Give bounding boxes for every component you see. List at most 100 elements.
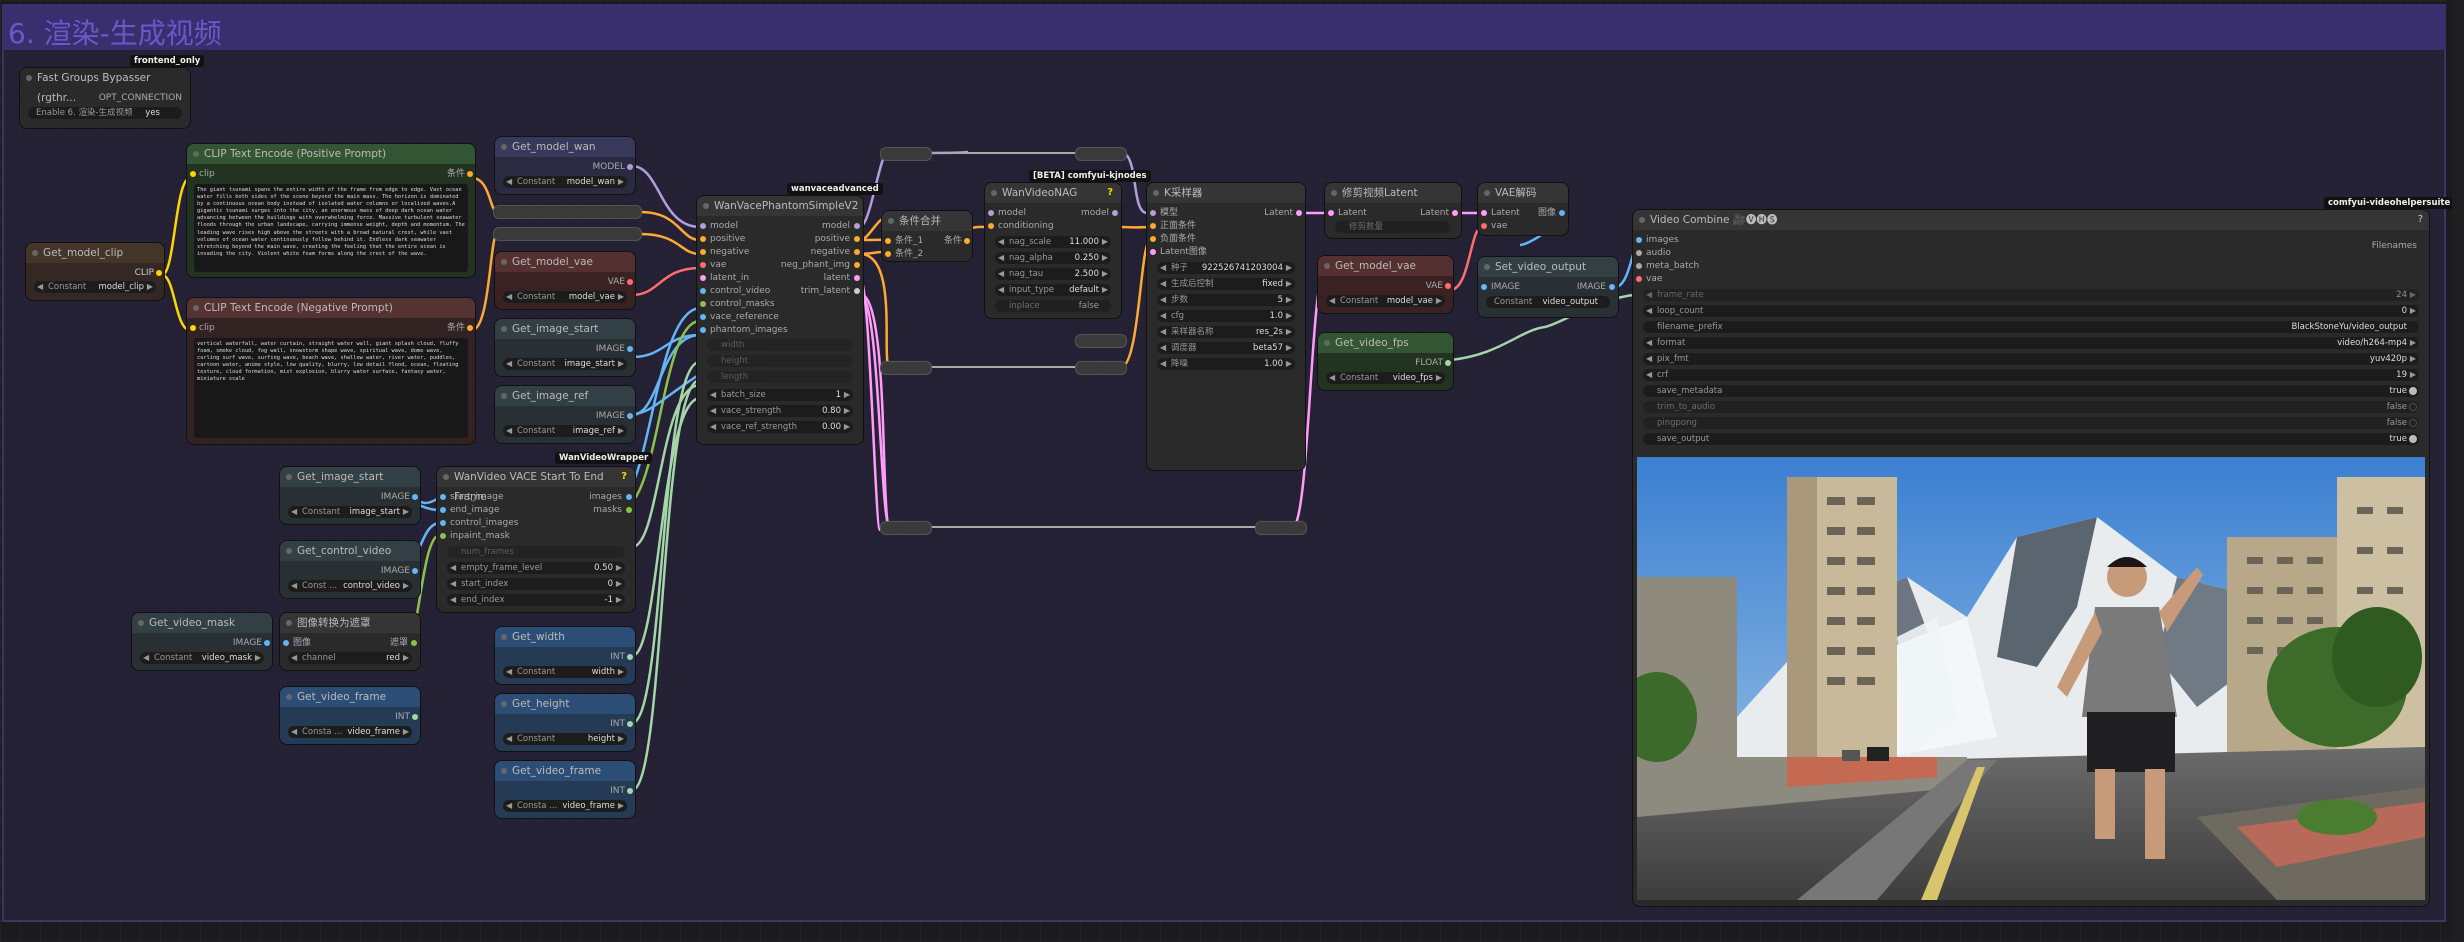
input-vae[interactable]: vae xyxy=(1491,220,1507,232)
input-cond-2[interactable]: 条件_2 xyxy=(895,248,923,260)
node-fast-groups-bypasser[interactable]: Fast Groups Bypasser (rgthr... OPT_CONNE… xyxy=(20,68,190,128)
output-dot[interactable] xyxy=(627,413,633,419)
output-vae[interactable]: VAE xyxy=(1426,280,1443,292)
node-wan-video-nag[interactable]: WanVideoNAG ? model conditioning model ◀… xyxy=(985,183,1121,318)
input-dot[interactable] xyxy=(1150,223,1156,229)
output-dot[interactable] xyxy=(854,288,860,294)
input-latent[interactable]: Latent xyxy=(1491,207,1520,219)
output-dot[interactable] xyxy=(467,325,473,331)
input-model[interactable]: model xyxy=(998,207,1026,219)
input-audio[interactable]: audio xyxy=(1646,247,1671,259)
widget-pingpong[interactable]: pingpong false xyxy=(1643,417,2419,429)
input-conditioning[interactable]: conditioning xyxy=(998,220,1054,232)
input-dot[interactable] xyxy=(1636,237,1642,243)
output-dot[interactable] xyxy=(467,171,473,177)
output-model[interactable]: model xyxy=(1081,207,1109,219)
input-dot[interactable] xyxy=(1150,210,1156,216)
output-dot[interactable] xyxy=(1445,360,1451,366)
canvas-scrollbar[interactable] xyxy=(2452,0,2464,942)
input-dot[interactable] xyxy=(1636,276,1642,282)
output-conditioning[interactable]: 条件 xyxy=(447,322,465,334)
output-image[interactable]: IMAGE xyxy=(233,637,262,649)
widget-constant[interactable]: ◀ Constant image_ref ▶ xyxy=(503,425,627,437)
input-negative[interactable]: 负面条件 xyxy=(1160,233,1196,245)
widget-format[interactable]: ◀ format video/h264-mp4 ▶ xyxy=(1643,337,2419,349)
output-int[interactable]: INT xyxy=(610,651,625,663)
widget-inplace[interactable]: inplace false xyxy=(995,300,1111,312)
input-dot[interactable] xyxy=(283,640,289,646)
output-latent[interactable]: Latent xyxy=(1420,207,1449,219)
input-dot[interactable] xyxy=(190,325,196,331)
output-dot[interactable] xyxy=(627,654,633,660)
output-dot[interactable] xyxy=(412,494,418,500)
output-dot[interactable] xyxy=(626,494,632,500)
widget-constant[interactable]: ◀ Constant model_vae ▶ xyxy=(503,291,627,303)
widget-vace-strength[interactable]: ◀ vace_strength 0.80 ▶ xyxy=(707,405,853,417)
output-image[interactable]: 图像 xyxy=(1538,207,1556,219)
prompt-text-positive[interactable]: The giant tsunami spans the entire width… xyxy=(194,184,468,272)
input-end-image[interactable]: end_image xyxy=(450,504,500,516)
input-dot[interactable] xyxy=(190,171,196,177)
output-model[interactable]: MODEL xyxy=(593,161,625,173)
node-get-model-vae[interactable]: Get_model_vae VAE ◀ Constant model_vae ▶ xyxy=(495,252,635,309)
input-vace-reference[interactable]: vace_reference xyxy=(710,311,779,323)
node-vae-decode[interactable]: VAE解码 Latent vae 图像 xyxy=(1478,183,1568,235)
output-image[interactable]: IMAGE xyxy=(1577,281,1606,293)
widget-constant[interactable]: ◀ Constant model_vae ▶ xyxy=(1326,295,1445,307)
input-dot[interactable] xyxy=(885,238,891,244)
node-get-video-fps[interactable]: Get_video_fps FLOAT ◀ Constant video_fps ▶ xyxy=(1318,333,1453,390)
input-dot[interactable] xyxy=(1481,223,1487,229)
widget-batch-size[interactable]: ◀ batch_size 1 ▶ xyxy=(707,389,853,401)
input-positive[interactable]: positive xyxy=(710,233,745,245)
widget-constant[interactable]: ◀ Const ... control_video ▶ xyxy=(288,580,412,592)
node-ksampler[interactable]: K采样器 模型 正面条件 负面条件 Latent图像 Latent ◀ 种子 922… xyxy=(1147,183,1305,470)
input-dot[interactable] xyxy=(700,327,706,333)
node-get-model-clip[interactable]: Get_model_clip CLIP ◀ Constant model_clip ▶ xyxy=(26,243,164,300)
input-dot[interactable] xyxy=(700,275,706,281)
widget-constant[interactable]: ◀ Constant height ▶ xyxy=(503,733,627,745)
widget-input-type[interactable]: ◀ input_type default ▶ xyxy=(995,284,1111,296)
widget-constant[interactable]: ◀ Consta ... video_frame ▶ xyxy=(288,726,412,738)
input-dot[interactable] xyxy=(700,236,706,242)
node-get-video-frame-2[interactable]: Get_video_frame INT ◀ Consta ... video_fra… xyxy=(495,761,635,818)
output-dot[interactable] xyxy=(854,223,860,229)
input-dot[interactable] xyxy=(700,262,706,268)
widget-cfg[interactable]: ◀ cfg 1.0 ▶ xyxy=(1157,310,1295,322)
input-clip[interactable]: clip xyxy=(199,322,215,334)
output-dot[interactable] xyxy=(627,346,633,352)
prompt-text-negative[interactable]: vertical waterfall, water curtain, strai… xyxy=(194,338,468,438)
input-cond-1[interactable]: 条件_1 xyxy=(895,235,923,247)
input-meta-batch[interactable]: meta_batch xyxy=(1646,260,1699,272)
input-control-images[interactable]: control_images xyxy=(450,517,518,529)
input-model[interactable]: model xyxy=(710,220,738,232)
input-dot[interactable] xyxy=(440,520,446,526)
output-image[interactable]: IMAGE xyxy=(381,491,410,503)
input-dot[interactable] xyxy=(1636,263,1642,269)
node-video-combine[interactable]: Video Combine 🎥🅥🅗🅢 ? images audio meta_b… xyxy=(1633,210,2429,906)
widget-end-index[interactable]: ◀ end_index -1 ▶ xyxy=(447,594,625,606)
node-trim-video-latent[interactable]: 修剪视频Latent Latent Latent 修剪数量 xyxy=(1325,183,1461,238)
widget-filename-prefix[interactable]: filename_prefix BlackStoneYu/video_output xyxy=(1643,321,2419,333)
widget-denoise[interactable]: ◀ 降噪 1.00 ▶ xyxy=(1157,358,1295,370)
output-dot[interactable] xyxy=(854,275,860,281)
node-get-height[interactable]: Get_height INT ◀ Constant height ▶ xyxy=(495,694,635,751)
widget-channel[interactable]: ◀ channel red ▶ xyxy=(288,652,412,664)
widget-trim-to-audio[interactable]: trim_to_audio false xyxy=(1643,401,2419,413)
output-conditioning[interactable]: 条件 xyxy=(944,235,962,247)
output-dot[interactable] xyxy=(854,262,860,268)
output-dot[interactable] xyxy=(411,640,417,646)
widget-scheduler[interactable]: ◀ 调度器 beta57 ▶ xyxy=(1157,342,1295,354)
output-dot[interactable] xyxy=(264,640,270,646)
output-dot[interactable] xyxy=(412,568,418,574)
output-dot[interactable] xyxy=(626,507,632,513)
output-dot[interactable] xyxy=(1296,210,1302,216)
output-dot[interactable] xyxy=(1609,284,1615,290)
toggle-enable-group[interactable]: Enable 6. 渲染-生成视频 yes xyxy=(28,107,182,119)
help-icon[interactable]: ? xyxy=(2418,214,2423,225)
input-dot[interactable] xyxy=(1150,249,1156,255)
output-positive[interactable]: positive xyxy=(815,233,850,245)
output-dot[interactable] xyxy=(854,249,860,255)
input-dot[interactable] xyxy=(988,210,994,216)
input-dot[interactable] xyxy=(440,533,446,539)
widget-constant[interactable]: ◀ Constant model_wan ▶ xyxy=(503,176,627,188)
